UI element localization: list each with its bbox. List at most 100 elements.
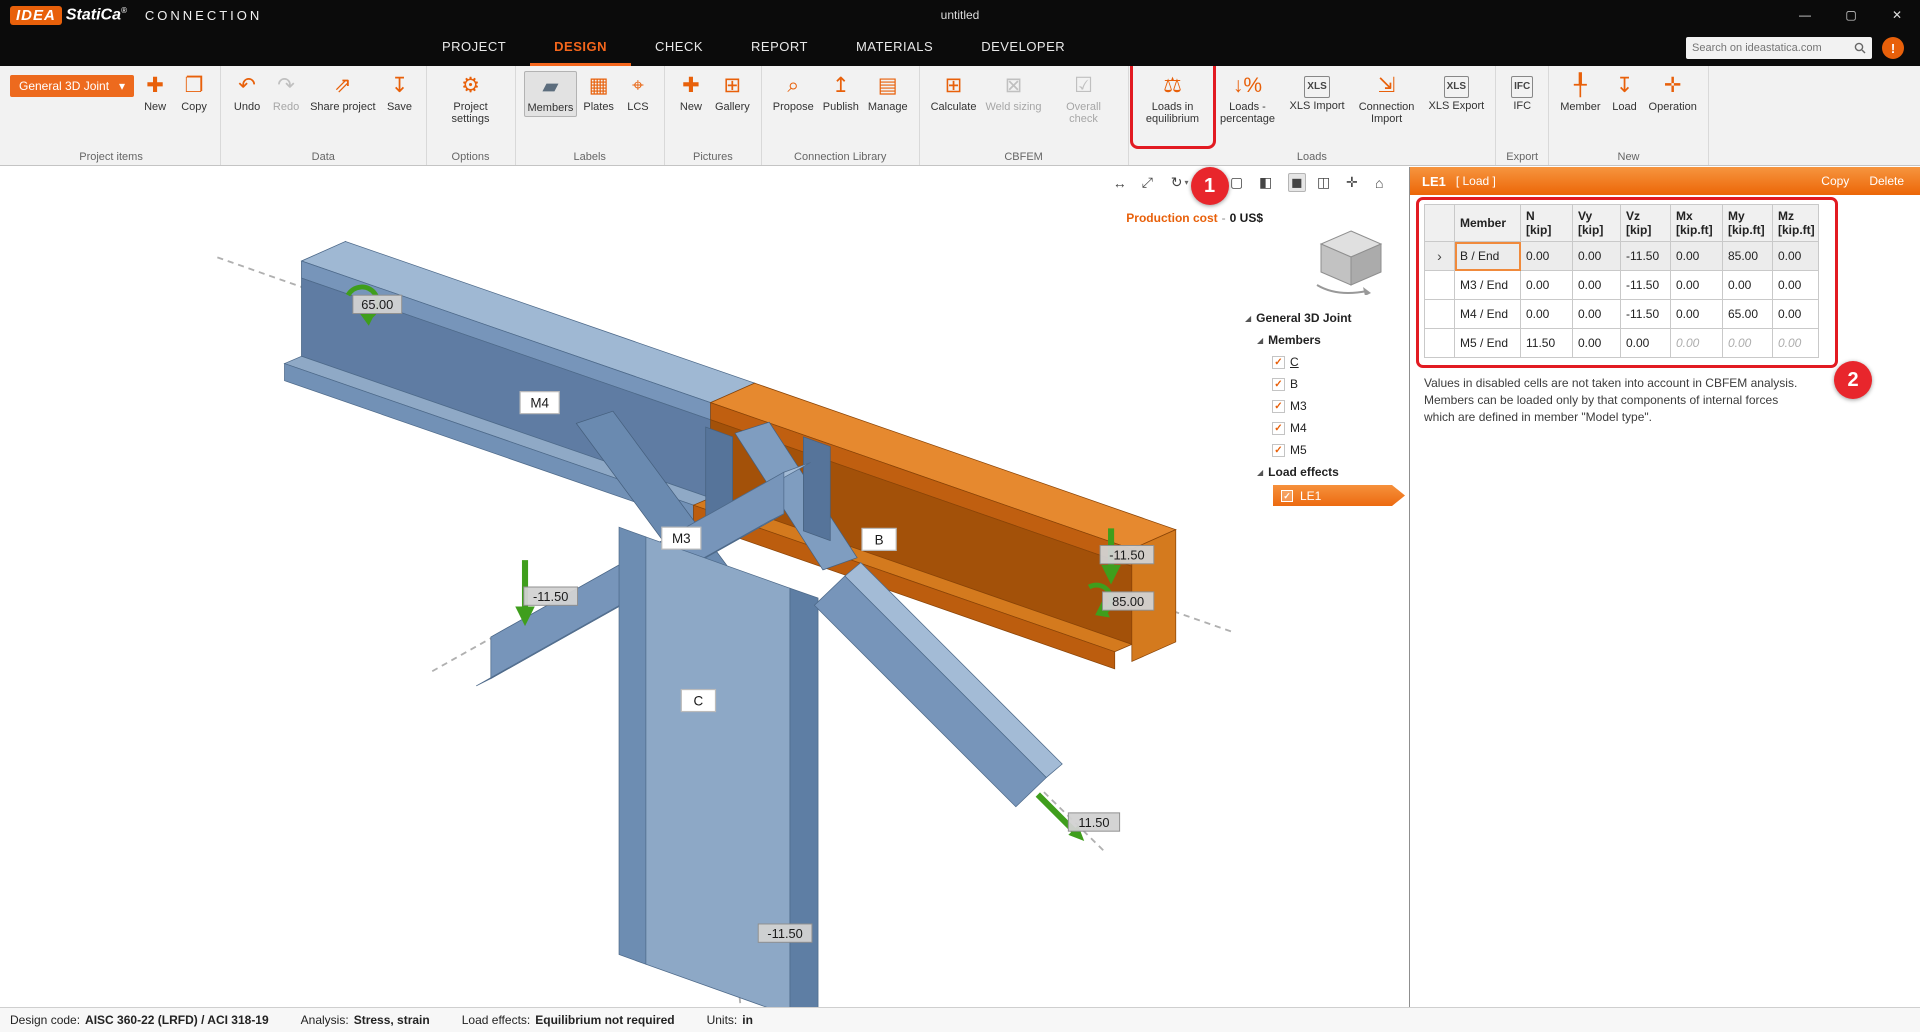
cell-member[interactable]: M4 / End	[1455, 300, 1521, 329]
render-transparent-icon[interactable]: ◫	[1317, 174, 1335, 191]
tree-load-effects-header[interactable]: ◢Load effects	[1245, 461, 1409, 483]
tab-check[interactable]: CHECK	[631, 30, 727, 66]
close-button[interactable]: ✕	[1874, 0, 1920, 30]
render-shaded-icon[interactable]: ◧	[1259, 174, 1277, 191]
status-units: Units:in	[707, 1013, 753, 1027]
manage-button[interactable]: ▤Manage	[865, 71, 911, 115]
render-wireframe-icon[interactable]: ▢	[1230, 174, 1248, 191]
tab-project[interactable]: PROJECT	[418, 30, 530, 66]
copy-load-button[interactable]: Copy	[1821, 174, 1849, 188]
cell-vz[interactable]: -11.50	[1621, 242, 1671, 271]
calculate-button[interactable]: ⊞Calculate	[928, 71, 980, 115]
checkbox-icon[interactable]: ✓	[1272, 444, 1285, 457]
loads-in-equilibrium-button[interactable]: ⚖Loads in equilibrium	[1137, 71, 1209, 127]
save-button[interactable]: ↧Save	[382, 71, 418, 115]
tree-member-m3[interactable]: ✓M3	[1245, 395, 1409, 417]
xls-export-button[interactable]: XLSXLS Export	[1426, 71, 1488, 114]
minimize-button[interactable]: —	[1782, 0, 1828, 30]
cell-n[interactable]: 0.00	[1521, 300, 1573, 329]
render-solid-icon[interactable]: ◼	[1288, 173, 1306, 192]
cell-n[interactable]: 0.00	[1521, 271, 1573, 300]
tab-materials[interactable]: MATERIALS	[832, 30, 957, 66]
picture-new-button[interactable]: ✚New	[673, 71, 709, 115]
cell-vz[interactable]: -11.50	[1621, 271, 1671, 300]
cell-my[interactable]: 0.00	[1723, 271, 1773, 300]
cell-vy[interactable]: 0.00	[1573, 329, 1621, 358]
tab-developer[interactable]: DEVELOPER	[957, 30, 1089, 66]
member-m4-beam[interactable]	[285, 241, 755, 522]
cell-vy[interactable]: 0.00	[1573, 242, 1621, 271]
xls-import-button[interactable]: XLSXLS Import	[1287, 71, 1348, 114]
cell-vz[interactable]: -11.50	[1621, 300, 1671, 329]
maximize-button[interactable]: ▢	[1828, 0, 1874, 30]
expander-icon: ◢	[1245, 314, 1251, 323]
cell-n[interactable]: 0.00	[1521, 242, 1573, 271]
search-box[interactable]	[1686, 37, 1872, 59]
labels-members-toggle[interactable]: ▰Members	[524, 71, 578, 117]
tree-member-m4[interactable]: ✓M4	[1245, 417, 1409, 439]
cell-mx[interactable]: 0.00	[1671, 242, 1723, 271]
new-load-button[interactable]: ↧Load	[1607, 71, 1643, 115]
rotate-view-icon[interactable]: ↻▾	[1171, 174, 1189, 191]
gallery-button[interactable]: ⊞Gallery	[712, 71, 753, 115]
tree-root[interactable]: ◢General 3D Joint	[1245, 307, 1409, 329]
checkbox-icon[interactable]: ✓	[1272, 400, 1285, 413]
cell-mx[interactable]: 0.00	[1671, 271, 1723, 300]
checkbox-icon[interactable]: ✓	[1272, 422, 1285, 435]
fit-view-icon[interactable]: ⤢	[1142, 174, 1160, 191]
new-project-button[interactable]: ✚New	[137, 71, 173, 115]
connection-import-button[interactable]: ⇲Connection Import	[1351, 71, 1423, 127]
cell-my[interactable]: 65.00	[1723, 300, 1773, 329]
navigation-cube[interactable]	[1307, 225, 1395, 295]
cell-vy[interactable]: 0.00	[1573, 300, 1621, 329]
publish-button[interactable]: ↥Publish	[820, 71, 862, 115]
redo-button: ↷Redo	[268, 71, 304, 115]
move-view-icon[interactable]: ✛	[1346, 174, 1364, 191]
cell-mz[interactable]: 0.00	[1773, 300, 1819, 329]
cell-mz[interactable]: 0.00	[1773, 271, 1819, 300]
tree-load-effect-le1[interactable]: ✓LE1	[1273, 485, 1405, 506]
col-expander	[1425, 205, 1455, 242]
tree-member-c[interactable]: ✓C	[1245, 351, 1409, 373]
cell-vz[interactable]: 0.00	[1621, 329, 1671, 358]
cell-mx[interactable]: 0.00	[1671, 300, 1723, 329]
row-expander[interactable]: ›	[1425, 242, 1455, 271]
cell-member[interactable]: M5 / End	[1455, 329, 1521, 358]
project-settings-button[interactable]: ⚙Project settings	[435, 71, 507, 127]
new-operation-button[interactable]: ✛Operation	[1646, 71, 1700, 115]
measure-icon[interactable]: ↔	[1113, 175, 1131, 191]
loads-table: Member N[kip] Vy[kip] Vz[kip] Mx[kip.ft]…	[1424, 204, 1819, 358]
share-project-button[interactable]: ⇗Share project	[307, 71, 378, 115]
new-icon: ✚	[146, 73, 164, 99]
cell-mz[interactable]: 0.00	[1773, 242, 1819, 271]
cell-member[interactable]: B / End	[1455, 242, 1521, 271]
account-notification-icon[interactable]: !	[1882, 37, 1904, 59]
tree-member-b[interactable]: ✓B	[1245, 373, 1409, 395]
delete-load-button[interactable]: Delete	[1869, 174, 1904, 188]
cell-n[interactable]: 11.50	[1521, 329, 1573, 358]
weld-sizing-icon: ⊠	[1005, 73, 1023, 99]
checkbox-icon[interactable]: ✓	[1272, 356, 1285, 369]
joint-type-dropdown[interactable]: General 3D Joint▾	[10, 75, 134, 97]
new-member-button[interactable]: ╀Member	[1557, 71, 1603, 115]
model-3d-view[interactable]: M4 M3 B C 65.00 -11.50 -11.50 85.00 11.5…	[0, 167, 1409, 1007]
cell-member[interactable]: M3 / End	[1455, 271, 1521, 300]
checkbox-icon[interactable]: ✓	[1272, 378, 1285, 391]
tree-members-header[interactable]: ◢Members	[1245, 329, 1409, 351]
loads-percentage-button[interactable]: ↓%Loads - percentage	[1212, 71, 1284, 127]
copy-project-button[interactable]: ❐Copy	[176, 71, 212, 115]
cell-vy[interactable]: 0.00	[1573, 271, 1621, 300]
labels-plates-toggle[interactable]: ▦Plates	[580, 71, 617, 115]
home-view-icon[interactable]: ⌂	[1375, 175, 1393, 191]
cell-my[interactable]: 85.00	[1723, 242, 1773, 271]
tab-design[interactable]: DESIGN	[530, 30, 631, 66]
tree-member-m5[interactable]: ✓M5	[1245, 439, 1409, 461]
share-icon: ⇗	[334, 73, 352, 99]
ifc-export-button[interactable]: IFCIFC	[1504, 71, 1540, 114]
labels-lcs-toggle[interactable]: ⌖LCS	[620, 71, 656, 115]
tab-report[interactable]: REPORT	[727, 30, 832, 66]
search-input[interactable]	[1692, 42, 1850, 54]
viewport-3d[interactable]: M4 M3 B C 65.00 -11.50 -11.50 85.00 11.5…	[0, 167, 1410, 1007]
propose-button[interactable]: ⌕Propose	[770, 71, 817, 115]
undo-button[interactable]: ↶Undo	[229, 71, 265, 115]
